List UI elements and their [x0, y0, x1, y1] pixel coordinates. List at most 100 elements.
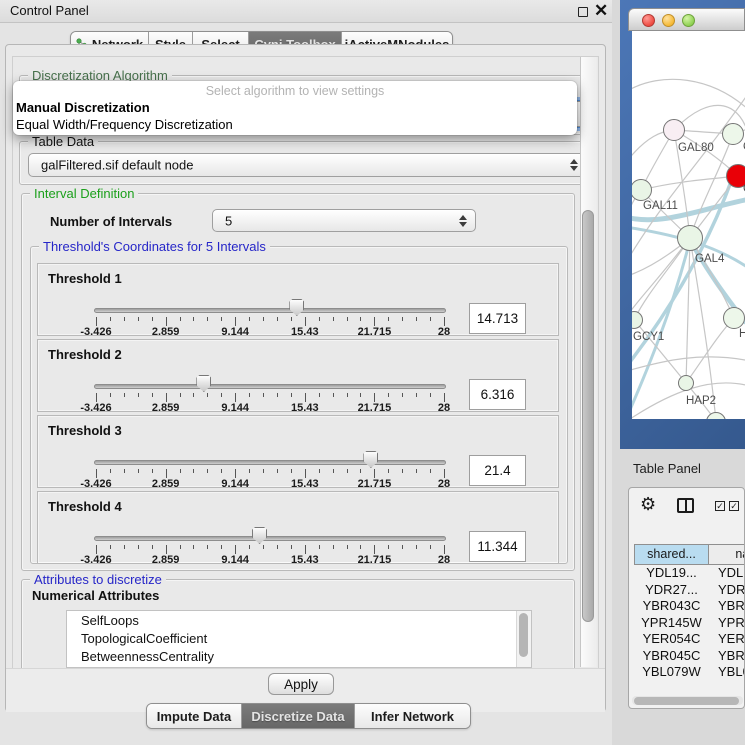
- table-row[interactable]: YBR045CYBR045C: [634, 648, 745, 665]
- network-view-window: GAL80GAL11GAL4GCY1HAP2HGC: [620, 0, 745, 449]
- tick-mark: [152, 393, 153, 397]
- table-data-combobox[interactable]: galFiltered.sif default node: [28, 153, 587, 177]
- slider-track[interactable]: [94, 384, 446, 389]
- tick-mark: [96, 317, 97, 326]
- tick-mark: [388, 393, 389, 397]
- slider-thumb[interactable]: [289, 299, 304, 316]
- tick-mark: [263, 317, 264, 321]
- network-window-titlebar[interactable]: [628, 8, 745, 31]
- node-label: GAL80: [678, 142, 714, 154]
- tick-mark: [347, 545, 348, 549]
- tick-mark: [110, 469, 111, 473]
- tick-mark: [152, 469, 153, 473]
- attribute-item[interactable]: BetweennessCentrality: [81, 649, 214, 664]
- minimize-traffic-light[interactable]: [662, 14, 675, 27]
- gear-icon[interactable]: ⚙: [640, 494, 656, 515]
- tick-mark: [166, 393, 167, 402]
- slider-thumb[interactable]: [363, 451, 378, 468]
- cell-shared-name[interactable]: YBR045C: [634, 648, 709, 665]
- table-row[interactable]: YBL079WYBL079W: [634, 664, 745, 681]
- tick-label: -3.426: [80, 478, 111, 490]
- combobox-value: galFiltered.sif default node: [41, 158, 193, 173]
- table-data-group: Table Data galFiltered.sif default node: [19, 141, 595, 185]
- table-row[interactable]: YLR345WYLR345W: [634, 681, 745, 684]
- list-scrollbar[interactable]: [516, 611, 531, 667]
- cell-shared-name[interactable]: YDL19...: [634, 565, 709, 582]
- tick-mark: [347, 393, 348, 397]
- threshold-value-field[interactable]: 6.316: [469, 379, 526, 410]
- num-intervals-combobox[interactable]: 5: [212, 209, 476, 232]
- apply-button[interactable]: Apply: [268, 673, 334, 695]
- threshold-value-field[interactable]: 11.344: [469, 531, 526, 562]
- popup-item-manual-discretization[interactable]: Manual Discretization: [16, 100, 150, 115]
- cell-name[interactable]: YER054C: [709, 631, 745, 648]
- cell-name[interactable]: YBL079W: [709, 664, 745, 681]
- tick-label: 21.715: [358, 402, 392, 414]
- slider-track[interactable]: [94, 536, 446, 541]
- network-node[interactable]: [678, 375, 694, 391]
- tab-discretize-data[interactable]: Discretize Data: [242, 704, 355, 728]
- table-row[interactable]: YER054CYER054C: [634, 631, 745, 648]
- slider-track[interactable]: [94, 308, 446, 313]
- tick-mark: [180, 317, 181, 321]
- split-columns-icon[interactable]: [677, 498, 694, 513]
- cell-shared-name[interactable]: YBR043C: [634, 598, 709, 615]
- tick-mark: [138, 393, 139, 397]
- network-node[interactable]: [663, 119, 685, 141]
- float-window-icon[interactable]: [578, 7, 588, 17]
- column-header-name[interactable]: name: [709, 544, 745, 565]
- table-row[interactable]: YDR27...YDR27: [634, 582, 745, 599]
- table-hscrollbar-thumb[interactable]: [634, 697, 739, 705]
- cell-shared-name[interactable]: YLR345W: [634, 681, 709, 684]
- control-panel-window: Control Panel ✕ Network Style Select Cyn…: [0, 0, 613, 745]
- tick-mark: [360, 469, 361, 473]
- slider-thumb[interactable]: [196, 375, 211, 392]
- cell-shared-name[interactable]: YDR27...: [634, 582, 709, 599]
- checkbox-icon[interactable]: ✓: [715, 501, 725, 511]
- close-icon[interactable]: ✕: [594, 0, 608, 22]
- group-title: Threshold's Coordinates for 5 Intervals: [39, 239, 270, 254]
- tick-mark: [207, 317, 208, 321]
- tick-mark: [235, 393, 236, 402]
- tick-label: 21.715: [358, 554, 392, 566]
- popup-item-equal-width-frequency[interactable]: Equal Width/Frequency Discretization: [16, 117, 233, 132]
- cell-name[interactable]: YDR27: [709, 582, 745, 599]
- slider-track[interactable]: [94, 460, 446, 465]
- cell-shared-name[interactable]: YBL079W: [634, 664, 709, 681]
- cell-name[interactable]: YPR145W: [709, 615, 745, 632]
- table-hscrollbar-track[interactable]: [632, 696, 743, 705]
- cell-shared-name[interactable]: YER054C: [634, 631, 709, 648]
- tick-label: 2.859: [152, 326, 180, 338]
- network-node[interactable]: [723, 307, 745, 329]
- network-node[interactable]: [677, 225, 703, 251]
- cell-name[interactable]: YBR045C: [709, 648, 745, 665]
- tick-mark: [138, 317, 139, 321]
- tab-infer-network[interactable]: Infer Network: [355, 704, 470, 728]
- cell-name[interactable]: YBR043C: [709, 598, 745, 615]
- table-rows[interactable]: YDL19...YDL19YDR27...YDR27YBR043CYBR043C…: [634, 565, 745, 683]
- table-row[interactable]: YDL19...YDL19: [634, 565, 745, 582]
- cell-name[interactable]: YLR345W: [709, 681, 745, 684]
- threshold-value-field[interactable]: 14.713: [469, 303, 526, 334]
- table-row[interactable]: YBR043CYBR043C: [634, 598, 745, 615]
- cell-shared-name[interactable]: YPR145W: [634, 615, 709, 632]
- network-node[interactable]: [722, 123, 744, 145]
- slider-thumb[interactable]: [252, 527, 267, 544]
- close-traffic-light[interactable]: [642, 14, 655, 27]
- threshold-label: Threshold 2: [48, 347, 122, 362]
- list-scrollbar-thumb[interactable]: [519, 613, 528, 657]
- main-scrollbar-thumb[interactable]: [582, 210, 594, 622]
- zoom-traffic-light[interactable]: [682, 14, 695, 27]
- cell-name[interactable]: YDL19: [709, 565, 745, 582]
- attribute-item[interactable]: TopologicalCoefficient: [81, 631, 207, 646]
- attribute-item[interactable]: SelfLoops: [81, 613, 139, 628]
- checkbox-icon[interactable]: ✓: [729, 501, 739, 511]
- table-row[interactable]: YPR145WYPR145W: [634, 615, 745, 632]
- tab-impute-data[interactable]: Impute Data: [147, 704, 242, 728]
- column-header-shared-name[interactable]: shared...: [634, 544, 709, 565]
- numerical-attributes-list[interactable]: SelfLoops TopologicalCoefficient Betweenne…: [66, 610, 532, 668]
- threshold-value-field[interactable]: 21.4: [469, 455, 526, 486]
- table-header-row: shared... name: [634, 544, 745, 565]
- network-canvas[interactable]: GAL80GAL11GAL4GCY1HAP2HGC: [632, 31, 745, 419]
- tick-mark: [221, 317, 222, 321]
